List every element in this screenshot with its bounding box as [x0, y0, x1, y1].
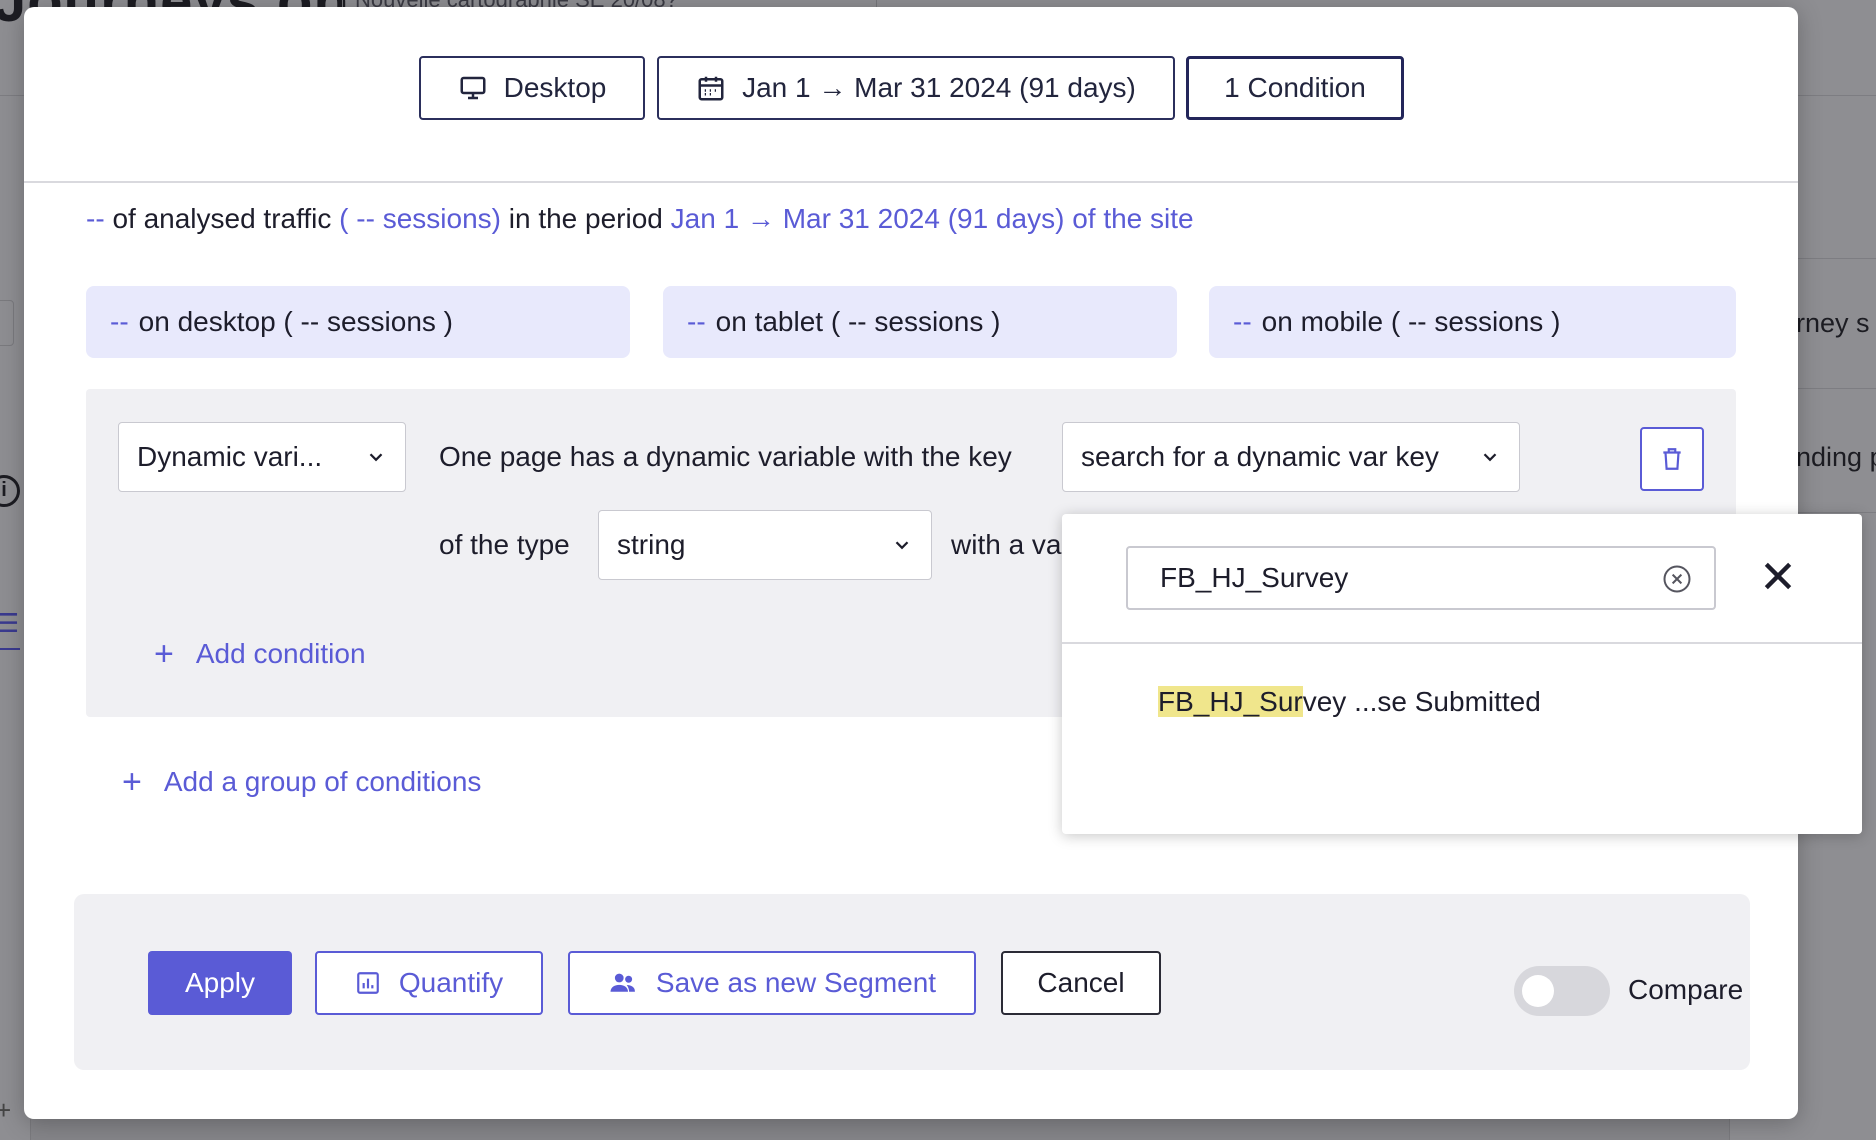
- save-segment-button[interactable]: Save as new Segment: [568, 951, 976, 1015]
- chevron-down-icon: [369, 453, 383, 462]
- background-divider: [1798, 258, 1876, 259]
- modal-footer: Apply Quantify Save as new Segment Cance…: [74, 894, 1750, 1070]
- close-icon[interactable]: [1758, 556, 1798, 596]
- conditions-tab-label: 1 Condition: [1224, 72, 1366, 103]
- value-type-select[interactable]: string: [598, 510, 932, 580]
- desktop-traffic-text: on desktop ( -- sessions ): [138, 306, 453, 337]
- desktop-percent: --: [110, 306, 129, 337]
- delete-condition-button[interactable]: [1640, 427, 1704, 491]
- trash-icon: [1663, 448, 1681, 470]
- tablet-traffic-text: on tablet ( -- sessions ): [715, 306, 1001, 337]
- period-filter-label: Jan 1 → Mar 31 2024 (91 days): [742, 72, 1136, 103]
- background-card: [0, 300, 14, 346]
- condition-type-text: of the type: [439, 529, 570, 560]
- dropdown-search-input[interactable]: FB_HJ_Survey: [1126, 546, 1716, 610]
- conditions-tab-button[interactable]: 1 Condition: [1186, 56, 1404, 120]
- option-match-highlight: FB_HJ_Sur: [1158, 686, 1303, 717]
- dynamic-var-key-value: search for a dynamic var key: [1081, 441, 1439, 472]
- traffic-summary: -- of analysed traffic ( -- sessions) in…: [86, 203, 1194, 235]
- tablet-percent: --: [687, 306, 706, 337]
- condition-type-select[interactable]: Dynamic vari...: [118, 422, 406, 492]
- value-type-value: string: [617, 529, 686, 560]
- add-condition-label: Add condition: [195, 638, 366, 669]
- tablet-traffic-box: -- on tablet ( -- sessions ): [663, 286, 1177, 358]
- monitor-icon: [460, 76, 486, 100]
- search-value: FB_HJ_Survey: [1160, 562, 1349, 593]
- summary-site: of the site: [1072, 203, 1194, 234]
- summary-sessions: ( -- sessions): [339, 203, 501, 234]
- plus-icon: +: [0, 1095, 12, 1125]
- add-condition-button[interactable]: + Add condition: [154, 637, 366, 671]
- bar-chart-icon: [357, 972, 379, 994]
- condition-value-text: with a va: [951, 529, 1062, 560]
- option-rest-text: vey ...se Submitted: [1302, 686, 1541, 717]
- dynamic-var-key-select[interactable]: search for a dynamic var key: [1062, 422, 1520, 492]
- apply-button[interactable]: Apply: [148, 951, 292, 1015]
- background-divider: [1798, 512, 1876, 513]
- add-group-label: Add a group of conditions: [163, 766, 482, 797]
- device-filter-button[interactable]: Desktop: [419, 56, 645, 120]
- desktop-traffic-box: -- on desktop ( -- sessions ): [86, 286, 630, 358]
- quantify-button[interactable]: Quantify: [315, 951, 543, 1015]
- mobile-percent: --: [1233, 306, 1252, 337]
- background-text: nding p: [1796, 442, 1876, 472]
- mobile-traffic-box: -- on mobile ( -- sessions ): [1209, 286, 1736, 358]
- summary-percent: --: [86, 203, 105, 234]
- summary-text: in the period: [508, 203, 663, 234]
- calendar-icon: [698, 76, 724, 101]
- add-group-button[interactable]: + Add a group of conditions: [122, 765, 481, 799]
- list-icon: ☰: [0, 608, 20, 650]
- summary-text: of analysed traffic: [112, 203, 332, 234]
- dynamic-var-key-dropdown: FB_HJ_Survey FB_HJ_Survey ...se Submitte…: [1062, 514, 1862, 834]
- device-filter-label: Desktop: [503, 72, 607, 103]
- save-segment-label: Save as new Segment: [655, 967, 937, 998]
- dropdown-option[interactable]: FB_HJ_Survey ...se Submitted: [1158, 686, 1541, 718]
- plus-icon: +: [122, 763, 142, 801]
- mobile-traffic-text: on mobile ( -- sessions ): [1261, 306, 1561, 337]
- compare-toggle[interactable]: [1514, 966, 1610, 1016]
- condition-key-text: One page has a dynamic variable with the…: [439, 441, 1012, 472]
- chevron-down-icon: [1483, 453, 1497, 462]
- period-filter-button[interactable]: Jan 1 → Mar 31 2024 (91 days): [657, 56, 1175, 120]
- modal-header: Desktop Jan 1 → Mar 31 2024 (91 days) 1 …: [24, 7, 1798, 183]
- dropdown-divider: [1062, 642, 1862, 644]
- info-icon: i: [0, 475, 20, 507]
- background-text: rney s: [1796, 308, 1870, 338]
- apply-label: Apply: [184, 967, 256, 998]
- compare-label: Compare: [1628, 974, 1744, 1005]
- background-divider: [1798, 388, 1876, 389]
- chevron-down-icon: [895, 541, 909, 550]
- clear-circle-icon[interactable]: [1662, 564, 1692, 594]
- cancel-label: Cancel: [1037, 967, 1125, 998]
- summary-period: Jan 1 → Mar 31 2024 (91 days): [670, 203, 1065, 234]
- users-icon: [610, 973, 635, 992]
- condition-type-value: Dynamic vari...: [137, 441, 323, 472]
- cancel-button[interactable]: Cancel: [1001, 951, 1161, 1015]
- plus-icon: +: [154, 635, 174, 673]
- toggle-knob: [1522, 975, 1554, 1007]
- quantify-label: Quantify: [398, 967, 504, 998]
